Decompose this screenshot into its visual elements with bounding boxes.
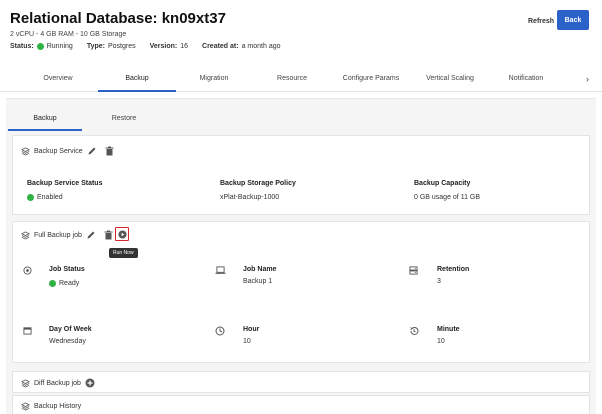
diff-backup-card: Diff Backup job [12, 371, 590, 393]
job-name-label: Job Name [243, 266, 277, 273]
status-dot-icon [36, 43, 44, 50]
run-now-button[interactable] [115, 227, 129, 241]
trash-icon[interactable] [105, 146, 114, 156]
diff-backup-title: Diff Backup job [34, 379, 81, 387]
run-now-tooltip: Run Now [109, 248, 138, 258]
backup-service-title: Backup Service [34, 147, 83, 155]
tab-configure-params[interactable]: Configure Params [336, 66, 406, 92]
full-backup-header: Full Backup job [21, 230, 117, 240]
tab-migration[interactable]: Migration [188, 66, 240, 92]
job-status-label: Job Status [49, 266, 85, 273]
backup-history-header: Backup History [21, 402, 81, 411]
history-icon [410, 326, 419, 335]
backup-service-card: Backup Service Backup Service Status Ena… [12, 135, 590, 215]
server-icon [409, 266, 418, 275]
backup-service-header: Backup Service [21, 146, 118, 156]
subtab-restore[interactable]: Restore [96, 107, 152, 131]
clock-icon [215, 326, 225, 336]
layers-icon [21, 146, 30, 156]
version-label: Version: [149, 43, 178, 50]
ready-dot-icon [49, 280, 56, 287]
backup-service-status-value: Enabled [37, 194, 63, 201]
play-circle-icon [117, 229, 127, 239]
backup-service-status: Enabled [27, 194, 63, 201]
job-status-value: Ready [59, 280, 80, 287]
full-backup-card: Full Backup job Run Now Job Status Ready… [12, 221, 590, 363]
layers-icon [21, 402, 30, 411]
hour-value: 10 [243, 338, 251, 345]
job-status: Ready [49, 280, 79, 287]
tab-notification[interactable]: Notification [498, 66, 554, 92]
layers-icon [21, 378, 30, 388]
backup-service-status-label: Backup Service Status [27, 180, 103, 187]
retention-label: Retention [437, 266, 470, 273]
backup-capacity-label: Backup Capacity [414, 180, 471, 187]
type-label: Type: [86, 43, 105, 50]
pencil-icon[interactable] [87, 146, 97, 156]
tab-backup[interactable]: Backup [98, 66, 176, 92]
sub-tabs: Backup Restore [6, 107, 596, 131]
created-label: Created at: [202, 43, 239, 50]
enabled-dot-icon [27, 194, 34, 201]
subtab-backup[interactable]: Backup [8, 107, 82, 131]
minute-value: 10 [437, 338, 445, 345]
calendar-icon [23, 327, 32, 335]
diff-backup-header: Diff Backup job [21, 378, 99, 388]
trash-icon[interactable] [104, 230, 113, 240]
retention-value: 3 [437, 278, 441, 285]
job-name-value: Backup 1 [243, 278, 273, 285]
target-icon [23, 266, 32, 275]
tab-resource[interactable]: Resource [266, 66, 318, 92]
type-value: Postgres [107, 43, 136, 50]
pencil-icon[interactable] [86, 230, 96, 240]
main-tabs: Overview Backup Migration Resource Confi… [0, 66, 602, 92]
version-value: 16 [180, 43, 189, 50]
instance-specs: 2 vCPU - 4 GB RAM - 10 GB Storage [10, 31, 127, 38]
full-backup-title: Full Backup job [34, 231, 82, 239]
backup-storage-policy-value: xPlat-Backup-1000 [220, 194, 280, 201]
instance-meta: Status: Running Type: Postgres Version: … [10, 43, 295, 50]
backup-storage-policy-label: Backup Storage Policy [220, 180, 296, 187]
hour-label: Hour [243, 326, 260, 333]
status-label: Status: [10, 43, 34, 50]
laptop-icon [215, 266, 226, 274]
plus-circle-icon[interactable] [85, 378, 95, 388]
back-button[interactable]: Back [557, 10, 589, 30]
layers-icon [21, 230, 30, 240]
backup-history-card: Backup History [12, 395, 590, 414]
tab-overview[interactable]: Overview [30, 66, 86, 92]
refresh-button[interactable]: Refresh [522, 12, 560, 30]
status-value: Running [46, 43, 73, 50]
backup-panel: Backup Restore Backup Service Backup Ser… [6, 98, 596, 414]
created-value: a month ago [241, 43, 281, 50]
day-of-week-value: Wednesday [49, 338, 86, 345]
tab-vertical-scaling[interactable]: Vertical Scaling [418, 66, 482, 92]
minute-label: Minute [437, 326, 460, 333]
chevron-right-icon[interactable]: › [586, 66, 589, 92]
page-title: Relational Database: kn09xt37 [10, 10, 226, 27]
backup-history-title: Backup History [34, 403, 82, 410]
backup-capacity-value: 0 GB usage of 11 GB [414, 194, 481, 201]
day-of-week-label: Day Of Week [49, 326, 92, 333]
